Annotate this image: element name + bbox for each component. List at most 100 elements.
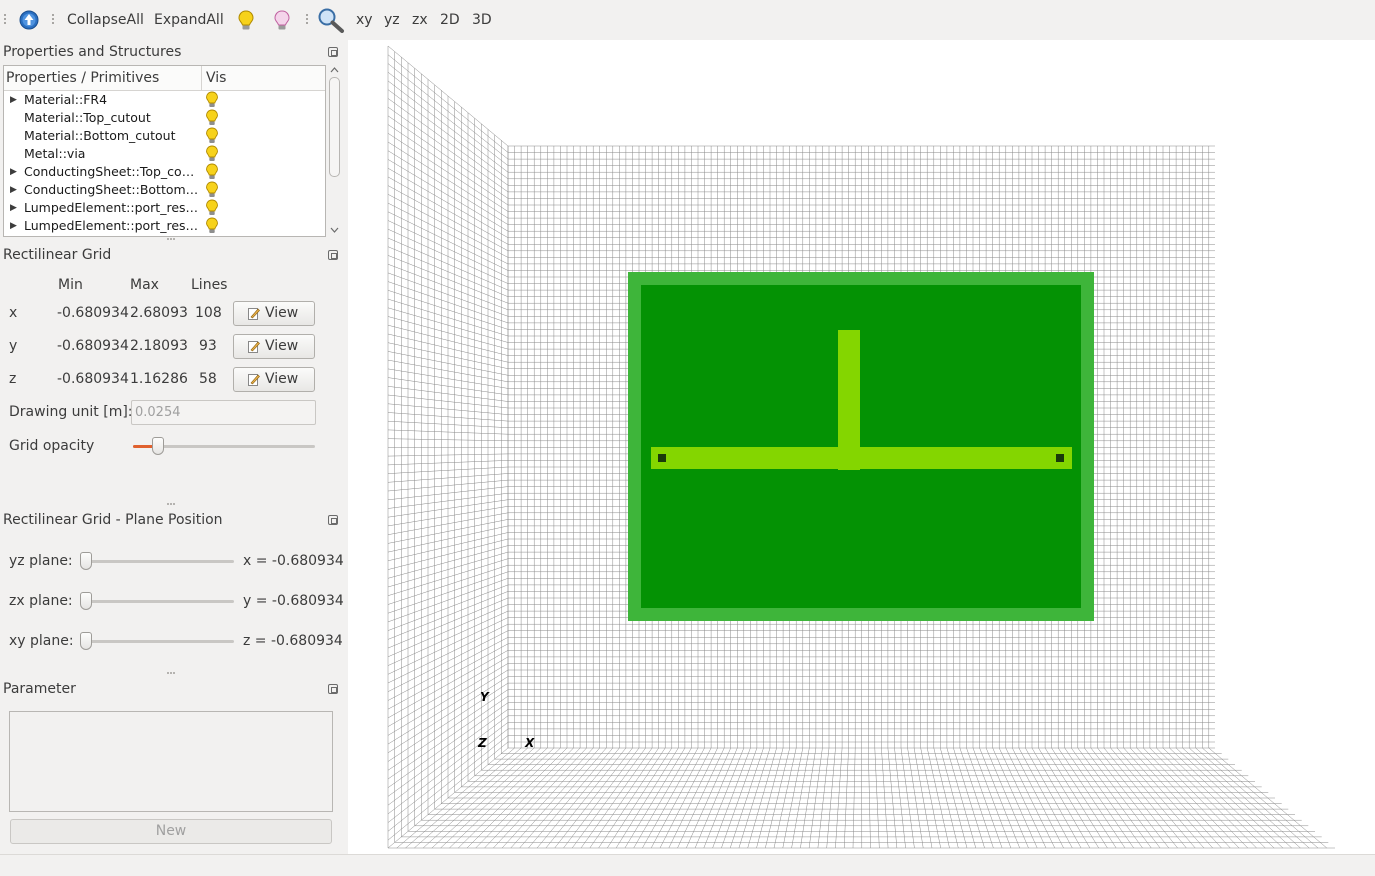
tree-row[interactable]: ▶ Material::FR4 [4, 91, 325, 109]
splitter-handle[interactable] [167, 238, 177, 241]
port-resistor-1[interactable] [658, 454, 666, 462]
grid-axis-x-label: x [9, 305, 18, 321]
view-zx-button[interactable]: zx [412, 0, 428, 40]
parameter-list[interactable] [9, 711, 333, 812]
tree-row-label: Material::FR4 [24, 92, 108, 107]
column-header-vis[interactable]: Vis [206, 70, 226, 86]
tree-row[interactable]: ▶ ConductingSheet::Top_copper [4, 163, 325, 181]
xy-plane-track[interactable] [80, 640, 234, 643]
column-header-properties[interactable]: Properties / Primitives [6, 70, 159, 86]
view-3d-button[interactable]: 3D [472, 0, 492, 40]
collapse-all-button[interactable]: CollapseAll [67, 0, 144, 40]
expand-arrow-icon[interactable]: ▶ [10, 91, 17, 109]
properties-panel-title: Properties and Structures [3, 44, 182, 60]
axis-label-y: Y [480, 690, 490, 704]
tree-body: ▶ Material::FR4 Material::Top_cutout Materi… [4, 91, 325, 235]
tree-row-label: Metal::via [24, 146, 86, 161]
yz-plane-slider[interactable] [80, 552, 92, 570]
grid-header-min: Min [58, 277, 83, 293]
toolbar-grip[interactable] [52, 14, 55, 26]
grid-x-max: 2.68093 [130, 305, 188, 321]
tree-row[interactable]: Material::Top_cutout [4, 109, 325, 127]
lightbulb-pink-icon[interactable] [273, 10, 291, 36]
grid-panel-title: Rectilinear Grid [3, 247, 112, 263]
zx-plane-slider[interactable] [80, 592, 92, 610]
toolbar-grip[interactable] [306, 14, 309, 26]
yz-plane-label: yz plane: [9, 553, 73, 569]
grid-y-min: -0.680934 [57, 338, 129, 354]
plane-panel-float-button[interactable] [328, 515, 338, 525]
grid-z-lines: 58 [199, 371, 217, 387]
port-resistor-2[interactable] [1056, 454, 1064, 462]
grid-header-lines: Lines [191, 277, 228, 293]
main-toolbar: CollapseAll ExpandAll xy yz zx 2D 3D [0, 0, 1375, 40]
splitter-handle[interactable] [167, 672, 177, 675]
expand-arrow-icon[interactable]: ▶ [10, 163, 17, 181]
app-up-arrow-icon[interactable] [19, 10, 39, 34]
zoom-magnifier-icon[interactable] [317, 7, 345, 37]
tree-row-label: Material::Bottom_cutout [24, 128, 176, 143]
toolbar-grip[interactable] [4, 14, 7, 26]
plane-panel-title: Rectilinear Grid - Plane Position [3, 512, 223, 528]
structure-render[interactable]: Y Z X [348, 40, 1375, 854]
grid-x-lines: 108 [195, 305, 222, 321]
lightbulb-yellow-icon[interactable] [237, 10, 255, 36]
tree-row-label: ConductingSheet::Top_copper [24, 164, 200, 179]
grid-axis-z-label: z [9, 371, 17, 387]
edit-note-icon [248, 341, 260, 353]
tree-row-label: Material::Top_cutout [24, 110, 151, 125]
yz-plane-track[interactable] [80, 560, 234, 563]
grid-opacity-slider[interactable] [152, 437, 165, 455]
view-xy-button[interactable]: xy [356, 0, 373, 40]
expand-all-button[interactable]: ExpandAll [154, 0, 224, 40]
axis-label-z: Z [477, 736, 487, 750]
xy-plane-label: xy plane: [9, 633, 74, 649]
view-x-button[interactable]: View [233, 301, 315, 326]
new-parameter-button[interactable]: New [10, 819, 332, 844]
parameter-panel-float-button[interactable] [328, 684, 338, 694]
grid-y-lines: 93 [199, 338, 217, 354]
tree-header: Properties / Primitives Vis [4, 66, 325, 91]
edit-note-icon [248, 308, 260, 320]
axis-label-x: X [524, 736, 535, 750]
grid-header-max: Max [130, 277, 159, 293]
edit-note-icon [248, 374, 260, 386]
yz-plane-value: x = -0.680934 [243, 553, 344, 569]
grid-axis-y-label: y [9, 338, 18, 354]
zx-plane-label: zx plane: [9, 593, 73, 609]
tree-row-label: LumpedElement::port_resist_2 [24, 218, 200, 233]
expand-arrow-icon[interactable]: ▶ [10, 181, 17, 199]
scroll-down-icon [330, 227, 339, 233]
properties-panel-float-button[interactable] [328, 47, 338, 57]
tree-row[interactable]: Material::Bottom_cutout [4, 127, 325, 145]
expand-arrow-icon[interactable]: ▶ [10, 199, 17, 217]
tree-row[interactable]: ▶ LumpedElement::port_resist_1 [4, 199, 325, 217]
zx-plane-track[interactable] [80, 600, 234, 603]
3d-viewport[interactable]: Y Z X [348, 40, 1375, 854]
tree-row[interactable]: ▶ ConductingSheet::Bottom_copper [4, 181, 325, 199]
main-trace[interactable] [651, 447, 1072, 469]
splitter-handle[interactable] [167, 503, 177, 506]
properties-tree[interactable]: Properties / Primitives Vis ▶ Material::F… [3, 65, 326, 237]
view-z-button[interactable]: View [233, 367, 315, 392]
view-yz-button[interactable]: yz [384, 0, 400, 40]
drawing-unit-label: Drawing unit [m]: [9, 404, 133, 420]
scroll-up-icon [330, 67, 339, 73]
tree-row-label: ConductingSheet::Bottom_copper [24, 182, 200, 197]
xy-plane-slider[interactable] [80, 632, 92, 650]
properties-scrollbar[interactable] [327, 65, 342, 237]
xy-plane-value: z = -0.680934 [243, 633, 343, 649]
splitter-handle[interactable] [342, 446, 345, 456]
scrollbar-thumb[interactable] [329, 77, 340, 177]
expand-arrow-icon[interactable]: ▶ [10, 217, 17, 235]
tree-row[interactable]: ▶ LumpedElement::port_resist_2 [4, 217, 325, 235]
grid-z-min: -0.680934 [57, 371, 129, 387]
tree-row[interactable]: Metal::via [4, 145, 325, 163]
visibility-lightbulb-icon[interactable] [205, 217, 219, 236]
top-copper-sheet[interactable] [641, 285, 1081, 608]
view-2d-button[interactable]: 2D [440, 0, 460, 40]
grid-panel-float-button[interactable] [328, 250, 338, 260]
drawing-unit-field[interactable]: 0.0254 [131, 400, 316, 425]
view-y-button[interactable]: View [233, 334, 315, 359]
zx-plane-value: y = -0.680934 [243, 593, 344, 609]
